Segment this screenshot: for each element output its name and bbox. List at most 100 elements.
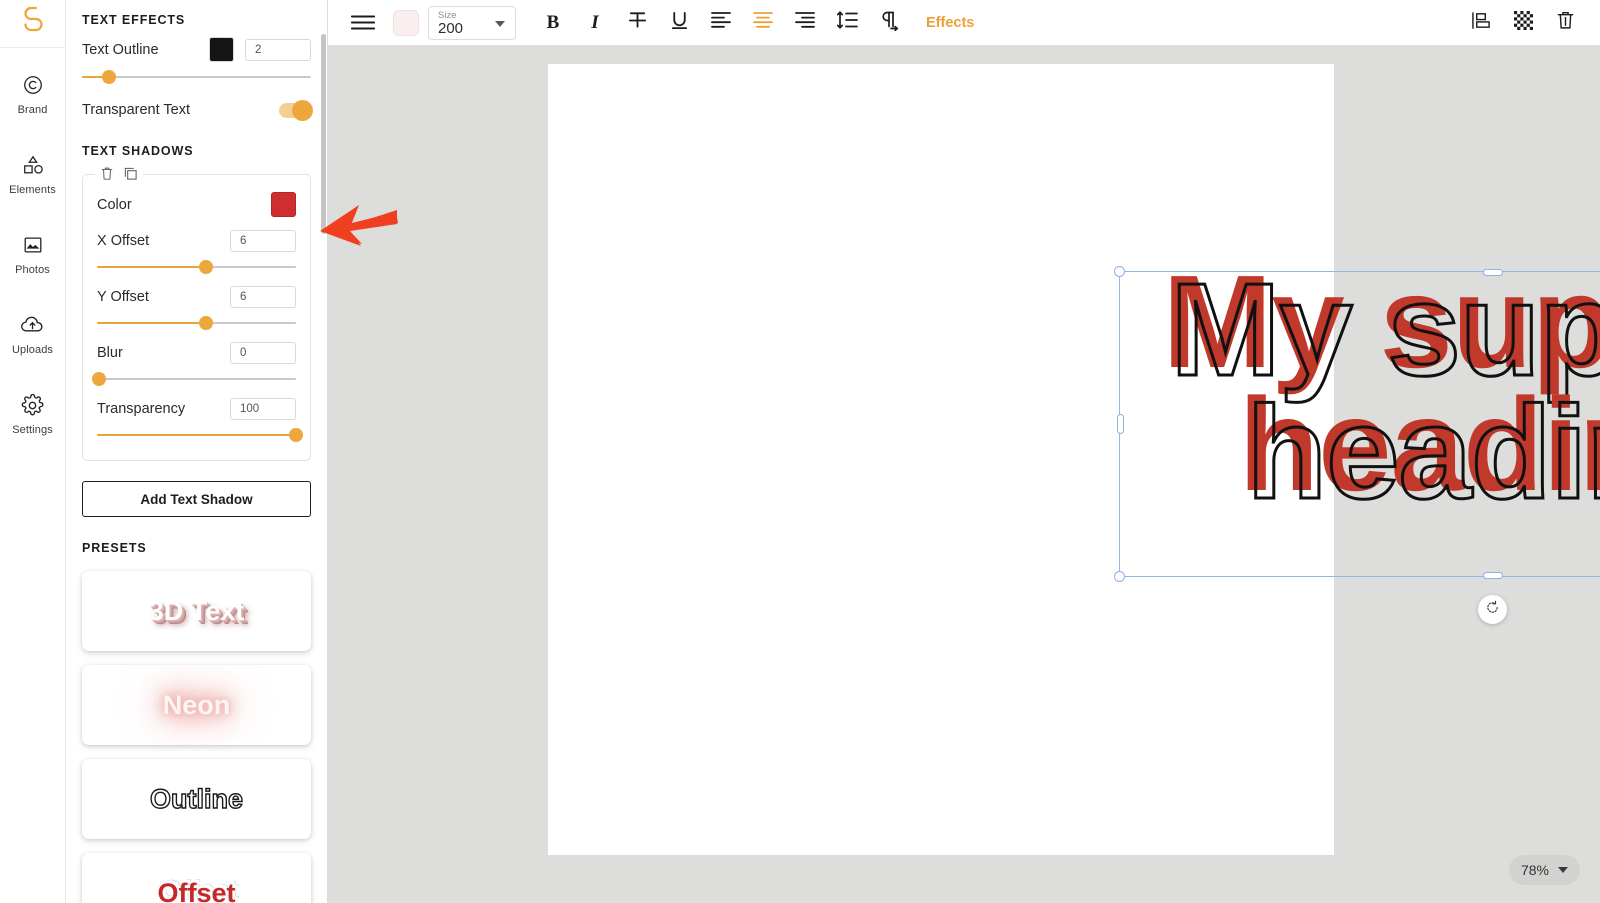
- rotate-icon: [1485, 600, 1500, 620]
- transparency-input[interactable]: 100: [230, 398, 296, 420]
- resize-handle-top-left[interactable]: [1114, 266, 1125, 277]
- underline-icon: [669, 10, 690, 36]
- toggle-knob: [292, 99, 313, 121]
- align-right-button[interactable]: [784, 2, 826, 44]
- position-button[interactable]: [1460, 2, 1502, 44]
- transparent-text-toggle[interactable]: [279, 99, 313, 121]
- main-area: Size 200 B I Effects My sup headi 78%: [328, 0, 1600, 903]
- x-offset-label: X Offset: [97, 233, 150, 249]
- slider-knob[interactable]: [289, 428, 303, 442]
- copy-icon[interactable]: [123, 166, 138, 181]
- slider-knob[interactable]: [199, 316, 214, 330]
- resize-handle-bottom-left[interactable]: [1114, 571, 1125, 582]
- line-height-icon: [836, 10, 858, 35]
- design-canvas[interactable]: My superb heading: [548, 64, 1600, 855]
- slider-fill: [97, 266, 207, 268]
- y-offset-input[interactable]: 6: [230, 286, 296, 308]
- text-shadow-card-tools: [95, 166, 143, 181]
- resize-handle-bottom-center[interactable]: [1483, 572, 1503, 579]
- align-center-button[interactable]: [742, 2, 784, 44]
- y-offset-label: Y Offset: [97, 289, 149, 305]
- trash-icon: [1556, 10, 1575, 35]
- paragraph-direction-button[interactable]: [868, 2, 910, 44]
- transparency-row: Transparency 100: [97, 398, 296, 420]
- line-height-button[interactable]: [826, 2, 868, 44]
- y-offset-row: Y Offset 6: [97, 286, 296, 308]
- preset-label: Neon: [162, 689, 231, 720]
- x-offset-input[interactable]: 6: [230, 230, 296, 252]
- sidebar-item-settings[interactable]: Settings: [0, 380, 66, 448]
- sidebar-item-label: Photos: [15, 264, 50, 276]
- left-rail: Brand Elements Photos Uploads Settings: [0, 0, 66, 903]
- transparent-text-label: Transparent Text: [82, 102, 190, 118]
- font-menu-button[interactable]: [342, 2, 384, 44]
- sidebar-item-label: Settings: [12, 424, 53, 436]
- italic-button[interactable]: I: [574, 2, 616, 44]
- transparency-button[interactable]: [1502, 2, 1544, 44]
- image-icon: [22, 232, 44, 258]
- copyright-icon: [22, 72, 44, 98]
- panel-scrollbar[interactable]: [321, 34, 326, 234]
- sidebar-item-uploads[interactable]: Uploads: [0, 300, 66, 368]
- delete-element-button[interactable]: [1544, 2, 1586, 44]
- cloud-upload-icon: [20, 312, 45, 338]
- text-effects-panel: TEXT EFFECTS Text Outline 2 Transparent …: [66, 0, 328, 903]
- y-offset-slider[interactable]: [97, 314, 296, 332]
- effects-button[interactable]: Effects: [926, 15, 974, 31]
- gear-icon: [21, 392, 44, 418]
- sidebar-item-brand[interactable]: Brand: [0, 60, 66, 128]
- shadow-color-row: Color: [97, 192, 296, 217]
- font-size-select[interactable]: Size 200: [428, 5, 516, 40]
- sidebar-item-elements[interactable]: Elements: [0, 140, 66, 208]
- zoom-control[interactable]: 78%: [1508, 855, 1580, 885]
- text-toolbar: Size 200 B I Effects: [328, 0, 1600, 46]
- transparency-label: Transparency: [97, 401, 186, 417]
- align-right-icon: [794, 11, 816, 34]
- transparency-slider[interactable]: [97, 426, 303, 444]
- sidebar-item-photos[interactable]: Photos: [0, 220, 66, 288]
- text-outline-slider[interactable]: [82, 68, 311, 86]
- brand-logo-icon: [20, 6, 46, 41]
- shadow-color-swatch[interactable]: [271, 192, 296, 217]
- slider-fill: [97, 434, 296, 436]
- rotate-handle[interactable]: [1478, 595, 1507, 624]
- text-outline-value-input[interactable]: 2: [245, 38, 311, 61]
- resize-handle-middle-left[interactable]: [1117, 414, 1124, 434]
- text-effects-title: TEXT EFFECTS: [82, 13, 186, 27]
- strikethrough-button[interactable]: [616, 2, 658, 44]
- x-offset-slider[interactable]: [97, 258, 296, 276]
- text-color-swatch[interactable]: [393, 9, 419, 36]
- preset-3d-text[interactable]: 3D Text: [82, 571, 311, 651]
- bold-button[interactable]: B: [532, 2, 574, 44]
- selection-box: [1114, 266, 1600, 582]
- preset-offset[interactable]: Offset: [82, 853, 311, 903]
- canvas-stage[interactable]: My superb heading: [328, 46, 1600, 903]
- preset-outline[interactable]: Outline: [82, 759, 311, 839]
- slider-knob[interactable]: [91, 372, 106, 386]
- position-align-icon: [1471, 11, 1492, 35]
- presets-title: PRESETS: [82, 541, 147, 555]
- x-offset-row: X Offset 6: [97, 230, 296, 252]
- shadow-color-label: Color: [97, 196, 132, 213]
- font-size-value: 200: [438, 19, 464, 37]
- slider-track: [97, 378, 296, 380]
- slider-knob[interactable]: [199, 260, 214, 274]
- add-text-shadow-button[interactable]: Add Text Shadow: [82, 481, 311, 517]
- resize-handle-top-center[interactable]: [1483, 269, 1503, 276]
- slider-knob[interactable]: [102, 70, 117, 84]
- transparency-checker-icon: [1513, 10, 1533, 35]
- blur-row: Blur 0: [97, 342, 296, 364]
- brand-logo[interactable]: [0, 0, 66, 48]
- text-shadows-title: TEXT SHADOWS: [82, 144, 194, 158]
- blur-input[interactable]: 0: [230, 342, 296, 364]
- underline-button[interactable]: [658, 2, 700, 44]
- align-center-icon: [752, 11, 774, 34]
- trash-icon[interactable]: [100, 166, 114, 181]
- blur-slider[interactable]: [91, 370, 296, 388]
- zoom-level-value: 78%: [1520, 862, 1549, 878]
- preset-neon[interactable]: Neon: [82, 665, 311, 745]
- chevron-down-icon: [495, 20, 505, 27]
- text-outline-color-swatch[interactable]: [209, 37, 234, 62]
- slider-fill: [97, 322, 207, 324]
- align-left-button[interactable]: [700, 2, 742, 44]
